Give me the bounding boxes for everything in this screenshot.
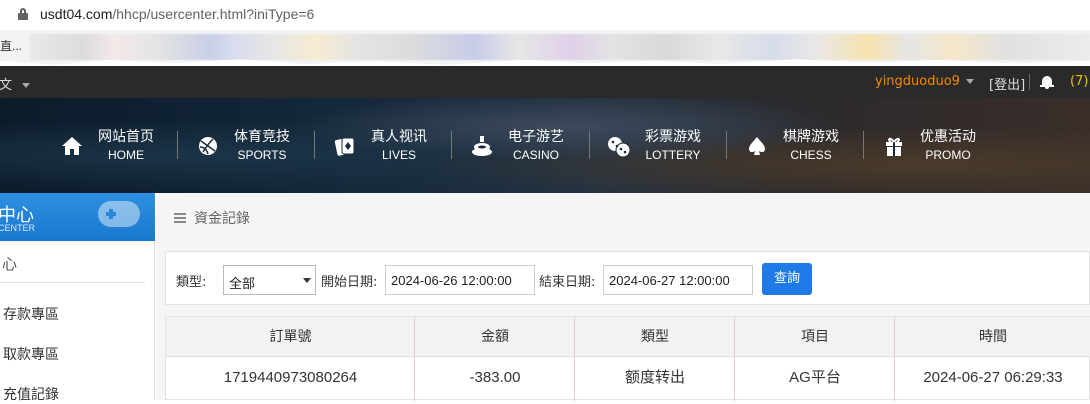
column-divider [414, 317, 415, 401]
language-label: 中文 [0, 78, 13, 93]
sidebar-item-recharge-record[interactable]: 充值記錄 [3, 384, 59, 404]
main-content: 資金記錄 類型: 全部 開始日期: 2024-06-26 12:00:00 結束… [156, 193, 1090, 401]
divider [1029, 74, 1030, 90]
nav-label-en: CHESS [790, 148, 832, 162]
slot-icon [468, 132, 496, 160]
nav-label-cn: 网站首页 [98, 129, 154, 145]
divider [0, 282, 145, 283]
spade-icon [743, 132, 771, 160]
sidebar-header: 中心 CENTER [0, 193, 155, 241]
sidebar-item-deposit[interactable]: 存款專區 [3, 304, 59, 324]
nav-home[interactable]: 网站首页 HOME [58, 128, 154, 164]
nav-divider [863, 131, 864, 159]
nav-divider [451, 131, 452, 159]
chevron-down-icon [22, 83, 31, 88]
column-header-type: 類型 [575, 317, 735, 357]
basketball-icon [194, 132, 222, 160]
nav-casino[interactable]: 电子游艺 CASINO [468, 128, 564, 164]
table-cell-item: AG平台 [789, 369, 841, 386]
nav-sports[interactable]: 体育竞技 SPORTS [194, 128, 290, 164]
nav-divider [726, 131, 727, 159]
type-select[interactable]: 全部 [223, 265, 316, 295]
search-button[interactable]: 查詢 [762, 263, 812, 295]
page-title: 資金記錄 [194, 211, 250, 227]
breadcrumb: 資金記錄 [174, 208, 250, 228]
username[interactable]: yingduoduo9 [875, 74, 960, 89]
nav-label-cn: 彩票游戏 [645, 129, 701, 145]
sidebar-section-title[interactable]: 心 [2, 253, 17, 274]
gift-icon [880, 132, 908, 160]
nav-label-cn: 体育竞技 [234, 129, 290, 145]
nav-label-cn: 优惠活动 [920, 129, 976, 145]
sidebar-item-withdraw[interactable]: 取款專區 [3, 344, 59, 364]
nav-label-cn: 真人视讯 [371, 129, 427, 145]
sidebar-subtitle: CENTER [0, 223, 36, 233]
nav-chess[interactable]: 棋牌游戏 CHESS [743, 128, 839, 164]
nav-label-en: SPORTS [237, 148, 287, 162]
url-text[interactable]: usdt04.com/hhcp/usercenter.html?iniType=… [40, 6, 314, 22]
column-divider [574, 317, 575, 401]
blurred-bookmarks [30, 34, 1090, 60]
records-table: 訂單號 金額 類型 項目 時間 1719440973080264 -383.00… [165, 316, 1090, 401]
nav-divider [314, 131, 315, 159]
nav-lottery[interactable]: 彩票游戏 LOTTERY [605, 128, 701, 164]
nav-label-en: PROMO [925, 148, 971, 162]
gamepad-icon [98, 201, 140, 227]
end-date-input[interactable]: 2024-06-27 12:00:00 [603, 265, 753, 295]
url-path: /hhcp/usercenter.html?iniType=6 [112, 6, 315, 22]
column-divider [894, 317, 895, 401]
nav-label-en: CASINO [512, 148, 559, 162]
column-header-amount: 金額 [415, 317, 575, 357]
menu-icon [174, 213, 186, 223]
cards-icon [331, 132, 359, 160]
start-date-label: 開始日期: [321, 275, 378, 290]
bookmark-item[interactable]: 直... [0, 37, 22, 54]
nav-label-cn: 棋牌游戏 [783, 129, 839, 145]
table-cell-amount: -383.00 [469, 369, 521, 386]
home-icon [58, 132, 86, 160]
table-cell-type: 额度转出 [624, 369, 685, 386]
nav-label-en: HOME [108, 148, 144, 162]
column-header-time: 時間 [895, 317, 1090, 357]
nav-divider [589, 131, 590, 159]
column-header-order-no: 訂單號 [166, 317, 415, 357]
table-cell-order-no: 1719440973080264 [223, 369, 358, 386]
language-select[interactable]: 中文 [0, 74, 31, 93]
end-date-label: 結束日期: [539, 275, 596, 290]
column-header-item: 項目 [735, 317, 895, 357]
table-cell-time: 2024-06-27 06:29:33 [923, 369, 1063, 386]
chevron-down-icon[interactable] [966, 79, 974, 84]
filter-bar: 類型: 全部 開始日期: 2024-06-26 12:00:00 結束日期: 2… [165, 251, 1090, 305]
main-nav: 网站首页 HOME 体育竞技 SPORTS 真人视讯 LIVES 电子游艺 CASINO… [0, 98, 1090, 193]
lock-icon[interactable] [18, 8, 28, 20]
bell-icon[interactable] [1040, 75, 1054, 89]
dice-icon [605, 132, 633, 160]
start-date-input[interactable]: 2024-06-26 12:00:00 [385, 265, 535, 295]
chevron-down-icon [303, 278, 311, 283]
column-divider [734, 317, 735, 401]
type-label: 類型: [176, 275, 207, 290]
nav-label-cn: 电子游艺 [508, 129, 564, 145]
nav-promo[interactable]: 优惠活动 PROMO [880, 128, 976, 164]
type-select-value: 全部 [229, 277, 256, 292]
notification-count[interactable]: (7) [1070, 74, 1088, 89]
address-bar[interactable]: usdt04.com/hhcp/usercenter.html?iniType=… [0, 0, 1090, 30]
url-host: usdt04.com [40, 6, 113, 22]
top-bar: 中文 yingduoduo9 [登出] (7) [0, 66, 1090, 98]
nav-lives[interactable]: 真人视讯 LIVES [331, 128, 427, 164]
nav-label-en: LIVES [381, 148, 417, 162]
nav-divider [177, 131, 178, 159]
sidebar: 中心 CENTER 心 存款專區 取款專區 充值記錄 [0, 193, 155, 403]
nav-label-en: LOTTERY [645, 148, 701, 162]
logout-link[interactable]: [登出] [989, 74, 1025, 93]
